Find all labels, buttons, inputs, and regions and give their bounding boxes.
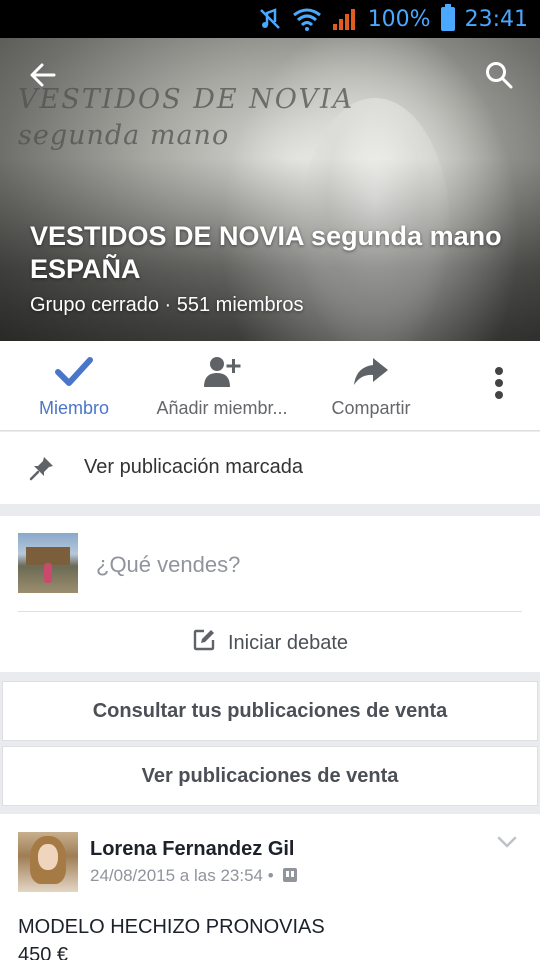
status-bar: 100% 23:41 [0, 0, 540, 38]
composer: ¿Qué vendes? Iniciar debate [0, 516, 540, 672]
post-date[interactable]: 24/08/2015 a las 23:54 • [90, 866, 298, 886]
author-avatar[interactable] [18, 832, 78, 892]
sales-posts-button[interactable]: Ver publicaciones de venta [2, 746, 538, 806]
wifi-icon [292, 8, 321, 31]
group-actions: Miembro Añadir miembr... Compartir [0, 341, 540, 431]
member-button[interactable]: Miembro [14, 341, 134, 431]
clock: 23:41 [464, 6, 528, 32]
signal-icon [332, 9, 355, 30]
chevron-down-icon[interactable] [496, 834, 518, 850]
cover-watermark-line1: VESTIDOS DE NOVIA [18, 84, 355, 115]
post-price: 450 € [18, 944, 69, 960]
pinned-post-label: Ver publicación marcada [84, 456, 304, 478]
back-arrow-icon[interactable] [28, 60, 58, 90]
add-person-icon [204, 357, 241, 387]
add-member-label: Añadir miembr... [156, 398, 288, 418]
post-date-text: 24/08/2015 a las 23:54 • [90, 866, 274, 885]
pin-icon [29, 457, 53, 481]
start-debate-label: Iniciar debate [227, 632, 349, 654]
sell-input[interactable]: ¿Qué vendes? [96, 552, 240, 578]
group-audience-icon [283, 868, 298, 882]
member-label: Miembro [38, 398, 109, 418]
checkmark-icon [55, 357, 93, 386]
user-avatar [18, 533, 78, 593]
post-author[interactable]: Lorena Fernandez Gil [90, 838, 294, 861]
mute-icon [259, 8, 280, 29]
feed-post: Lorena Fernandez Gil 24/08/2015 a las 23… [0, 814, 540, 960]
my-sales-posts-button[interactable]: Consultar tus publicaciones de venta [2, 681, 538, 741]
more-options-icon[interactable] [494, 367, 504, 403]
start-debate-button[interactable]: Iniciar debate [0, 628, 540, 655]
battery-percent: 100% [367, 6, 431, 32]
search-icon[interactable] [484, 60, 514, 90]
group-cover: VESTIDOS DE NOVIA segunda mano VESTIDOS … [0, 38, 540, 341]
share-arrow-icon [354, 358, 388, 385]
cover-watermark-line2: segunda mano [18, 120, 230, 151]
pinned-post-row[interactable]: Ver publicación marcada [0, 432, 540, 504]
add-member-button[interactable]: Añadir miembr... [148, 341, 296, 431]
composer-divider [18, 611, 522, 612]
edit-icon [193, 629, 215, 651]
group-subtitle: Grupo cerrado · 551 miembros [30, 294, 304, 316]
group-title: VESTIDOS DE NOVIA segunda mano ESPAÑA [30, 221, 502, 284]
share-label: Compartir [331, 398, 411, 418]
share-button[interactable]: Compartir [316, 341, 426, 431]
battery-icon [440, 4, 455, 31]
post-title: MODELO HECHIZO PRONOVIAS [18, 916, 325, 938]
